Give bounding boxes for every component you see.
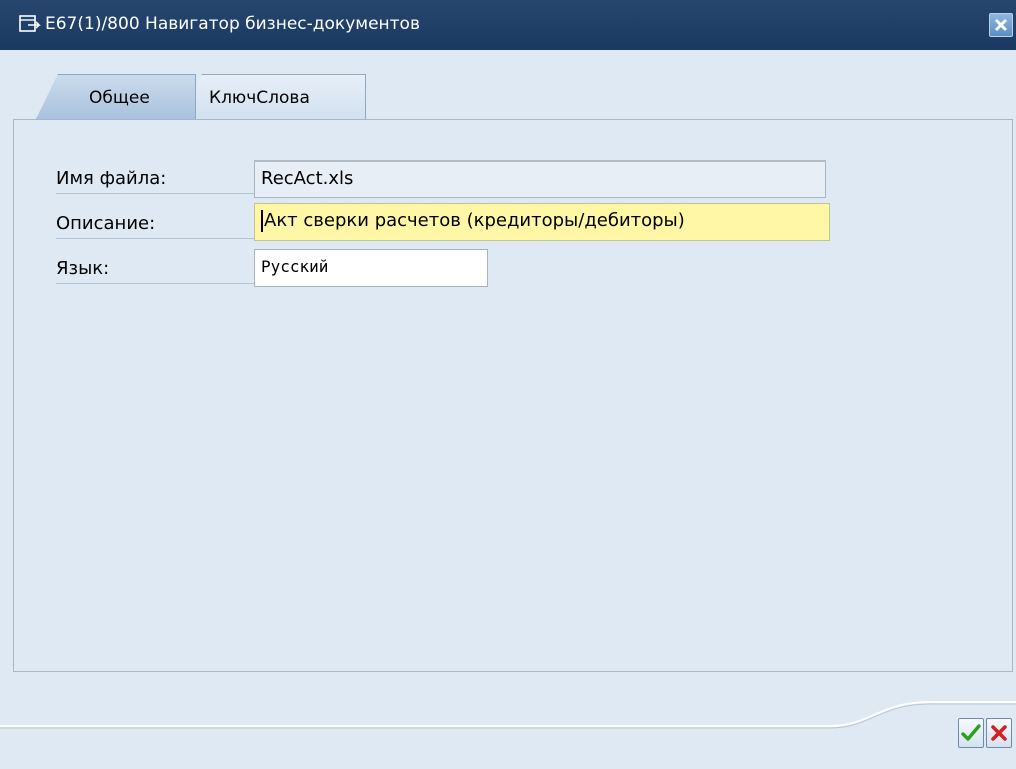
filename-field[interactable]: RecAct.xls (254, 160, 826, 198)
language-label: Язык: (56, 254, 256, 284)
window-title: E67(1)/800 Навигатор бизнес-документов (45, 14, 420, 34)
confirm-button[interactable] (958, 718, 984, 748)
tab-general[interactable]: Общее (36, 74, 196, 119)
tab-content-panel: Имя файла: RecAct.xls Описание: Акт свер… (13, 119, 1013, 672)
tab-strip: КлючСлова Общее (14, 74, 1014, 119)
window-menu-icon[interactable] (19, 13, 43, 35)
filename-label: Имя файла: (56, 164, 256, 194)
tab-keywords[interactable]: КлючСлова (182, 74, 366, 119)
description-field[interactable]: Акт сверки расчетов (кредиторы/дебиторы) (254, 203, 830, 241)
focus-marker (255, 204, 262, 211)
checkmark-icon (961, 724, 981, 741)
footer-divider (0, 701, 1016, 729)
focus-marker (255, 233, 262, 240)
tab-general-label: Общее (89, 88, 150, 108)
cancel-button[interactable] (986, 718, 1012, 748)
close-button[interactable] (989, 13, 1013, 37)
language-field[interactable]: Русский (254, 249, 488, 287)
tab-keywords-label: КлючСлова (209, 88, 310, 108)
cross-icon (991, 725, 1007, 741)
focus-marker (822, 233, 829, 240)
text-caret (261, 210, 263, 232)
title-bar: E67(1)/800 Навигатор бизнес-документов (0, 0, 1016, 50)
description-value: Акт сверки расчетов (кредиторы/дебиторы) (264, 210, 685, 231)
close-icon (994, 18, 1008, 32)
focus-marker (822, 204, 829, 211)
description-label: Описание: (56, 209, 256, 239)
